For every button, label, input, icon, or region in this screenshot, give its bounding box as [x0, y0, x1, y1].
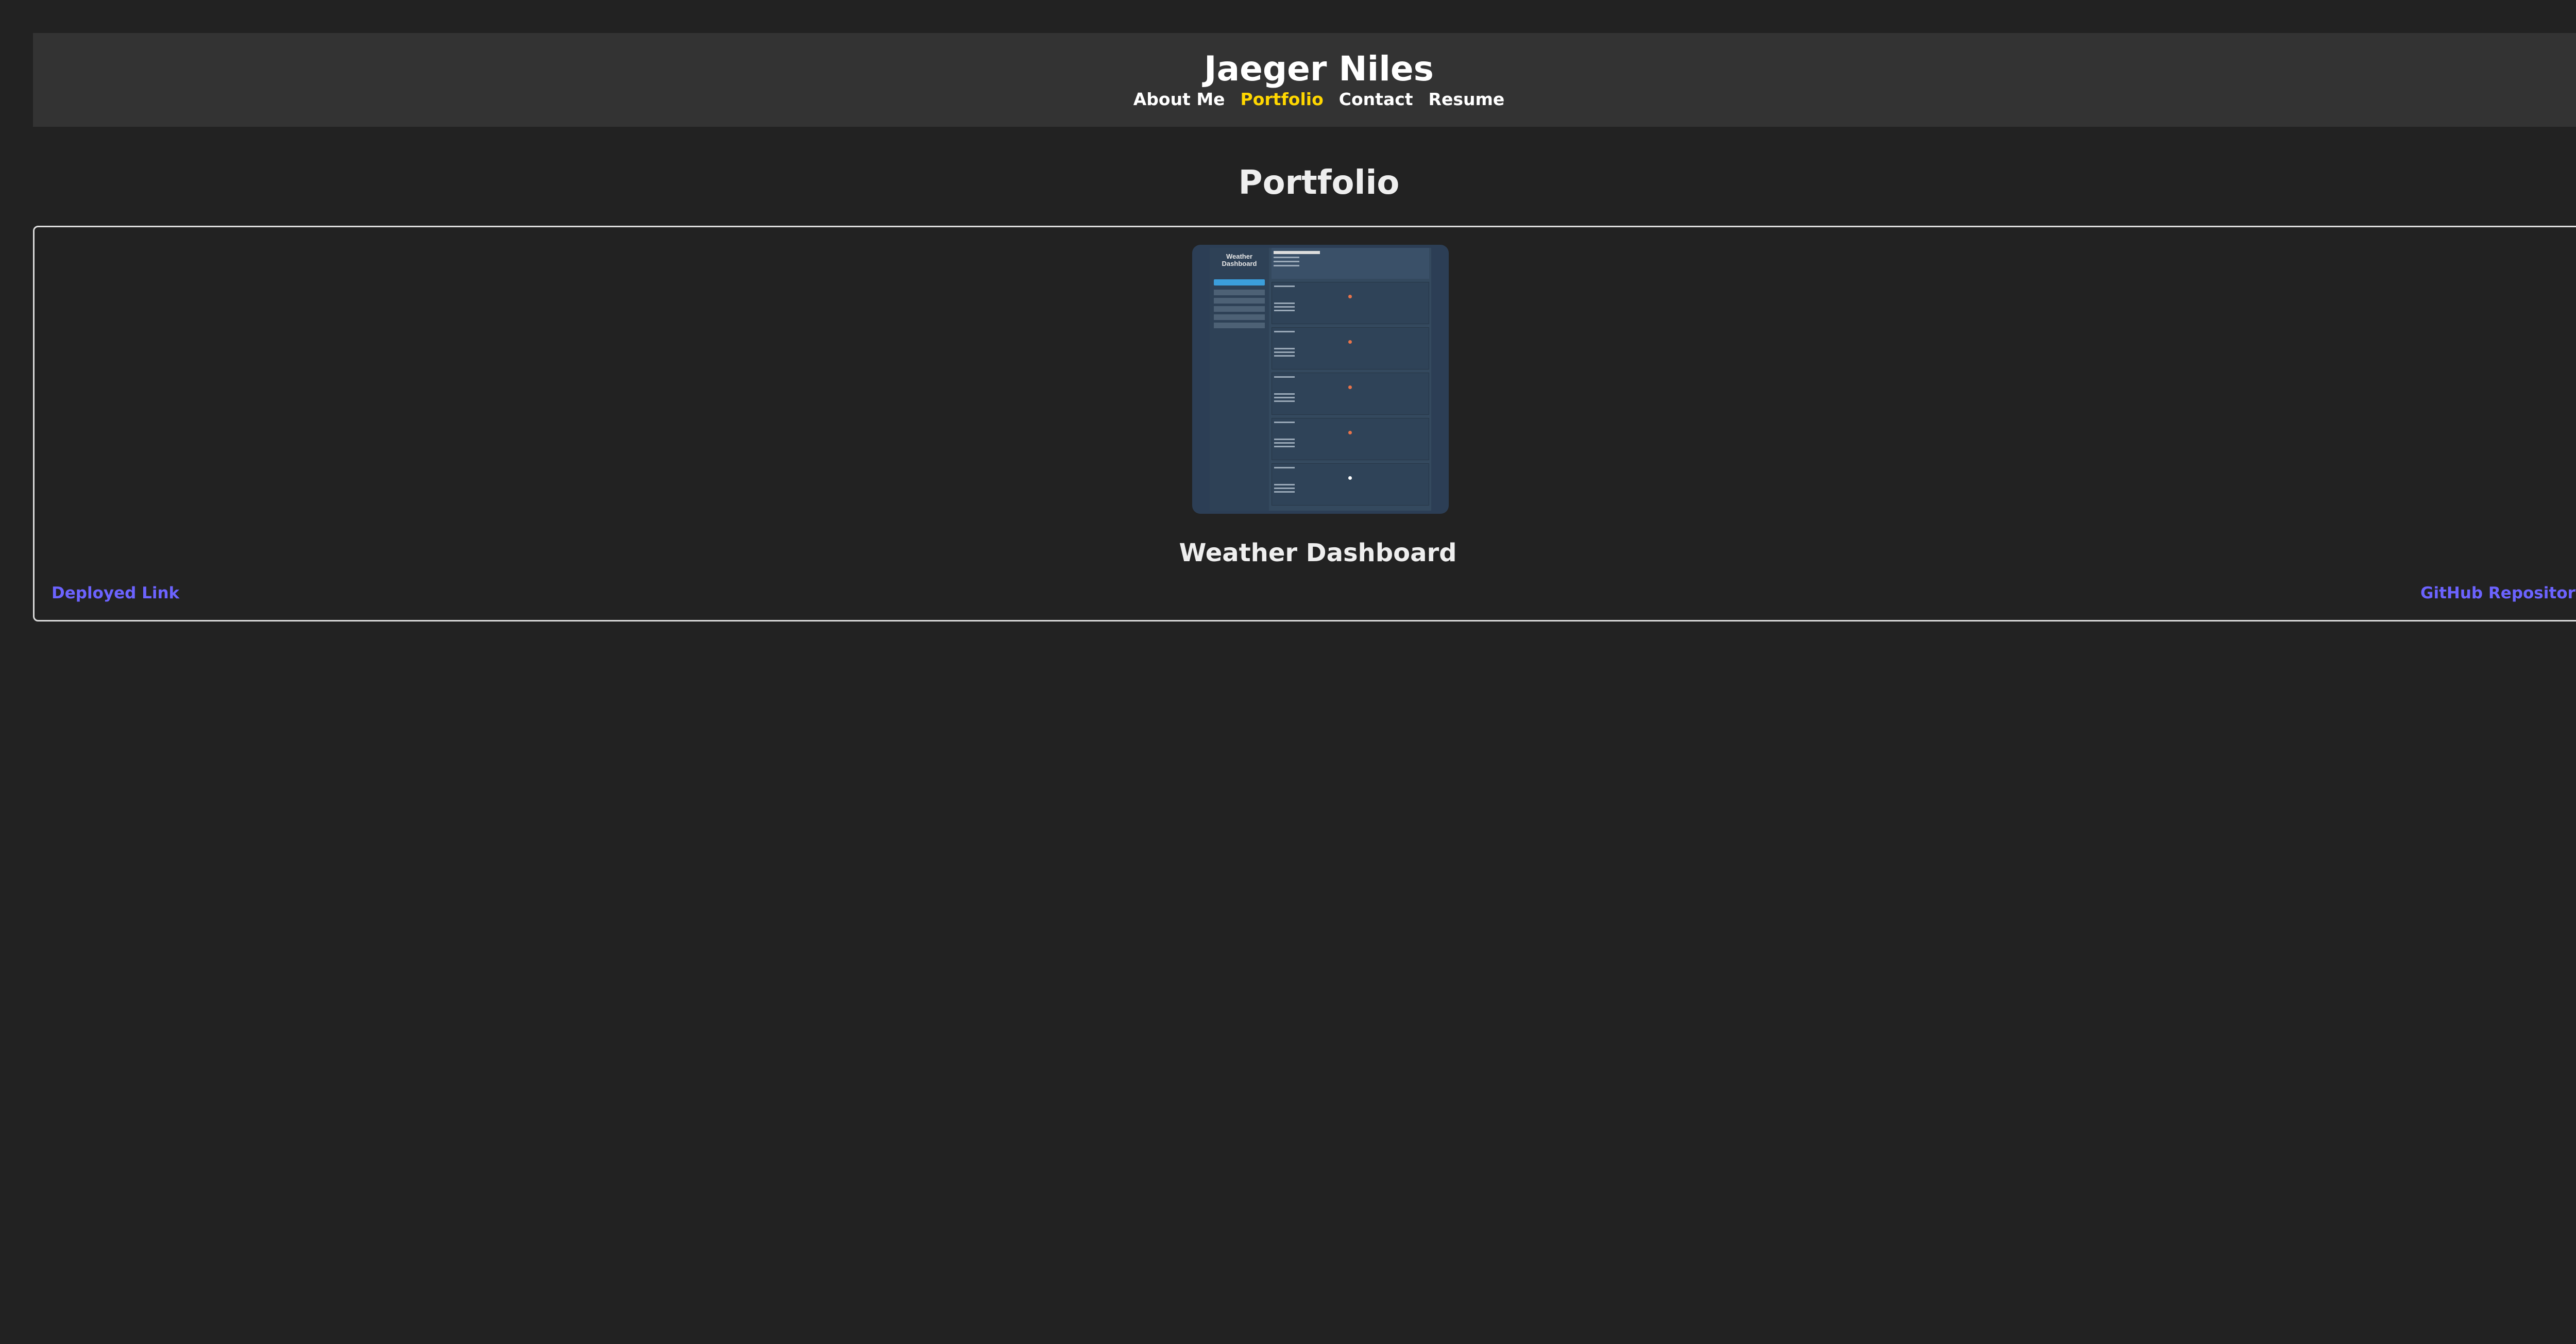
- sun-icon: [1348, 340, 1352, 344]
- screenshot-search-button: [1214, 279, 1265, 285]
- cloud-icon: [1348, 476, 1352, 480]
- screenshot-history-item: [1214, 297, 1265, 304]
- project-title: Weather Dashboard: [1179, 539, 1457, 567]
- screenshot-history-item: [1214, 306, 1265, 312]
- section-title: Portfolio: [1238, 164, 1400, 202]
- github-repo-link[interactable]: GitHub Repository: [2420, 584, 2576, 602]
- screenshot-app-frame: Weather Dashboard: [1210, 248, 1431, 511]
- nav-resume[interactable]: Resume: [1429, 89, 1505, 110]
- nav-contact[interactable]: Contact: [1339, 89, 1413, 110]
- nav-portfolio[interactable]: Portfolio: [1241, 89, 1324, 110]
- screenshot-current-weather: [1272, 248, 1429, 279]
- screenshot-forecast-day: [1272, 327, 1429, 369]
- nav-about-me[interactable]: About Me: [1133, 89, 1225, 110]
- screenshot-history-item: [1214, 322, 1265, 329]
- screenshot-forecast-day: [1272, 418, 1429, 460]
- screenshot-history-item: [1214, 289, 1265, 296]
- site-header: Jaeger Niles About Me Portfolio Contact …: [33, 33, 2576, 127]
- main-nav: About Me Portfolio Contact Resume: [33, 89, 2576, 110]
- screenshot-forecast-day: [1272, 373, 1429, 415]
- screenshot-sidebar: Weather Dashboard: [1210, 248, 1269, 511]
- project-screenshot: Weather Dashboard: [1192, 245, 1449, 514]
- screenshot-history-item: [1214, 314, 1265, 321]
- project-card: Weather Dashboard Weather Dashboard Depl…: [33, 226, 2576, 621]
- screenshot-sidebar-title: Weather Dashboard: [1222, 253, 1257, 268]
- screenshot-forecast-day: [1272, 282, 1429, 324]
- screenshot-forecast-area: [1272, 248, 1429, 511]
- sun-icon: [1348, 431, 1352, 434]
- sun-icon: [1348, 385, 1352, 389]
- screenshot-forecast-day: [1272, 463, 1429, 506]
- sun-icon: [1348, 295, 1352, 298]
- site-title: Jaeger Niles: [1204, 49, 1434, 89]
- deployed-link[interactable]: Deployed Link: [52, 584, 179, 602]
